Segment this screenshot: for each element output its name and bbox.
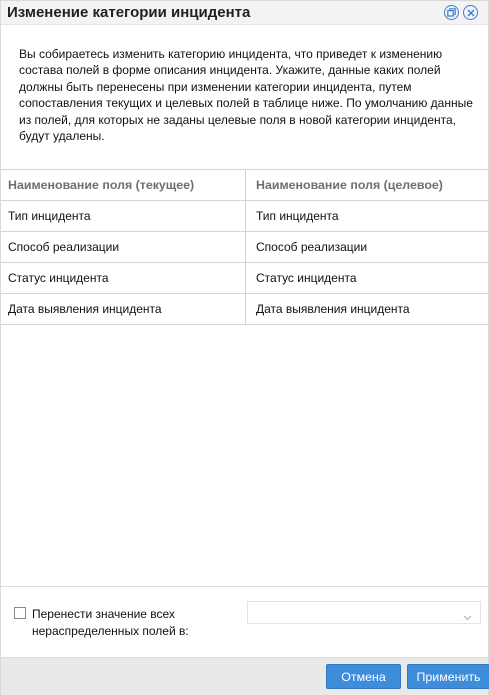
column-header-current[interactable]: Наименование поля (текущее) [1, 170, 246, 200]
table-row[interactable]: Дата выявления инцидента Дата выявления … [1, 294, 488, 325]
current-field-cell: Тип инцидента [1, 201, 246, 231]
section-divider [1, 586, 488, 587]
target-field-cell[interactable]: Способ реализации [246, 232, 488, 262]
restore-icon[interactable] [444, 5, 459, 20]
chevron-down-icon [463, 610, 472, 624]
move-all-checkbox[interactable] [14, 607, 26, 619]
close-icon[interactable] [463, 5, 478, 20]
change-category-dialog: Изменение категории инцидента Вы собирае… [0, 0, 489, 695]
table-row[interactable]: Тип инцидента Тип инцидента [1, 201, 488, 232]
target-field-cell[interactable]: Дата выявления инцидента [246, 294, 488, 324]
intro-text: Вы собираетесь изменить категорию инциде… [19, 47, 473, 144]
current-field-cell: Способ реализации [1, 232, 246, 262]
target-field-cell[interactable]: Статус инцидента [246, 263, 488, 293]
titlebar-controls [444, 5, 478, 20]
current-field-cell: Дата выявления инцидента [1, 294, 246, 324]
target-field-select[interactable] [247, 601, 481, 624]
field-mapping-table: Наименование поля (текущее) Наименование… [1, 169, 488, 325]
table-row[interactable]: Статус инцидента Статус инцидента [1, 263, 488, 294]
dialog-title: Изменение категории инцидента [7, 4, 251, 21]
cancel-button[interactable]: Отмена [326, 664, 401, 689]
dialog-footer: Отмена Применить [1, 657, 489, 695]
column-header-target[interactable]: Наименование поля (целевое) [246, 170, 488, 200]
move-all-label[interactable]: Перенести значение всех нераспределенных… [32, 606, 232, 640]
dialog-titlebar: Изменение категории инцидента [1, 1, 488, 25]
table-row[interactable]: Способ реализации Способ реализации [1, 232, 488, 263]
table-header: Наименование поля (текущее) Наименование… [1, 170, 488, 201]
target-field-cell[interactable]: Тип инцидента [246, 201, 488, 231]
current-field-cell: Статус инцидента [1, 263, 246, 293]
apply-button[interactable]: Применить [407, 664, 489, 689]
